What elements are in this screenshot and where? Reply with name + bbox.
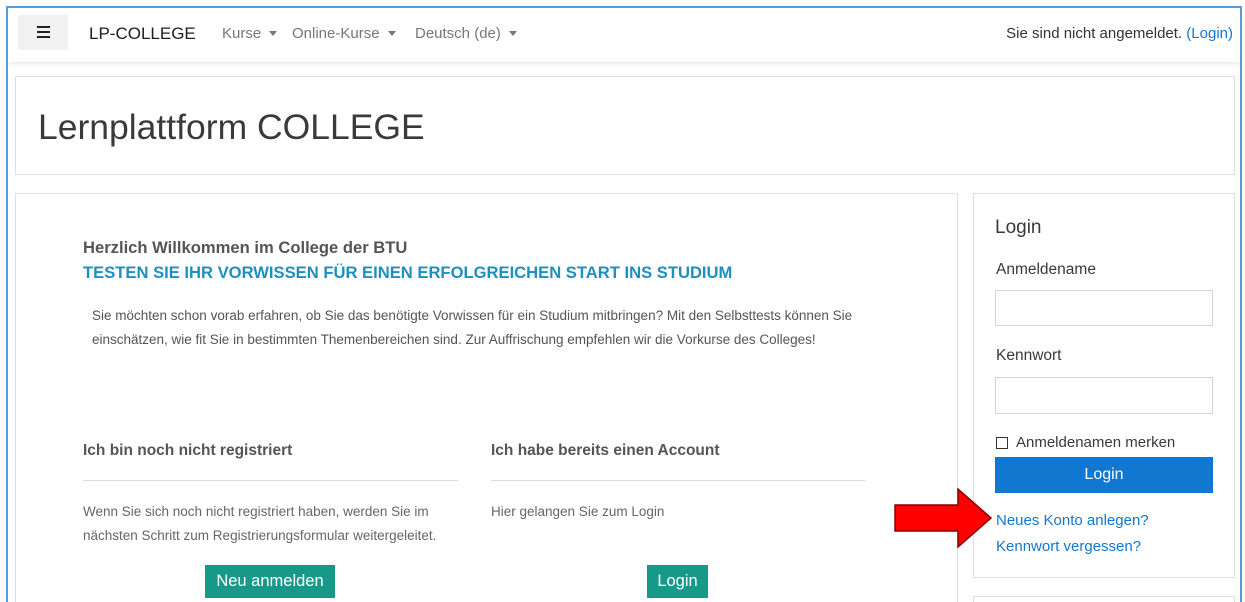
register-button[interactable]: Neu anmelden xyxy=(205,565,335,598)
login-status-text: Sie sind nicht angemeldet. xyxy=(1006,25,1183,42)
register-divider xyxy=(83,480,458,481)
username-label: Anmeldename xyxy=(996,261,1096,278)
menu-kurse-label: Kurse xyxy=(222,25,262,42)
navbar-login-link[interactable]: (Login) xyxy=(1186,25,1233,42)
welcome-heading: Herzlich Willkommen im College der BTU xyxy=(83,238,408,257)
page-header: Lernplattform COLLEGE xyxy=(15,76,1235,175)
account-text-line: Hier gelangen Sie zum Login xyxy=(491,504,665,519)
menu-online-kurse-label: Online-Kurse xyxy=(292,25,380,42)
caret-down-icon xyxy=(269,30,278,36)
main-content: Herzlich Willkommen im College der BTU T… xyxy=(15,193,958,602)
register-text-line: Wenn Sie sich noch nicht registriert hab… xyxy=(83,504,429,519)
remember-username-checkbox[interactable] xyxy=(996,437,1008,449)
intro-paragraph: Sie möchten schon vorab erfahren, ob Sie… xyxy=(92,304,852,352)
password-input[interactable] xyxy=(995,377,1213,414)
register-text: Wenn Sie sich noch nicht registriert hab… xyxy=(83,500,436,548)
site-brand-link[interactable]: LP-COLLEGE xyxy=(89,24,196,44)
caret-down-icon xyxy=(387,30,396,36)
top-navbar: LP-COLLEGE Kurse Online-Kurse Deutsch (d… xyxy=(8,8,1240,62)
intro-line: Sie möchten schon vorab erfahren, ob Sie… xyxy=(92,308,853,323)
menu-language[interactable]: Deutsch (de) xyxy=(415,24,517,44)
password-label: Kennwort xyxy=(996,347,1062,364)
intro-line: einschätzen, wie fit Sie in bestimmten T… xyxy=(92,332,816,347)
login-block-title: Login xyxy=(995,217,1042,238)
login-submit-button[interactable]: Login xyxy=(995,457,1213,493)
hamburger-menu-icon xyxy=(37,26,50,28)
hamburger-menu-button[interactable] xyxy=(18,15,68,50)
menu-online-kurse[interactable]: Online-Kurse xyxy=(292,24,396,44)
account-divider xyxy=(491,480,865,481)
account-text: Hier gelangen Sie zum Login xyxy=(491,500,664,524)
page-title: Lernplattform COLLEGE xyxy=(38,107,425,147)
content-login-button[interactable]: Login xyxy=(647,565,708,598)
create-account-link[interactable]: Neues Konto anlegen? xyxy=(996,511,1149,531)
remember-username-label[interactable]: Anmeldenamen merken xyxy=(1016,433,1175,453)
register-heading: Ich bin noch nicht registriert xyxy=(83,442,293,459)
account-heading: Ich habe bereits einen Account xyxy=(491,442,720,459)
caret-down-icon xyxy=(508,30,517,36)
register-text-line: nächsten Schritt zum Registrierungsformu… xyxy=(83,528,437,543)
menu-language-label: Deutsch (de) xyxy=(415,25,501,42)
menu-kurse[interactable]: Kurse xyxy=(222,24,278,44)
red-arrow-icon xyxy=(894,487,993,549)
username-input[interactable] xyxy=(995,290,1213,326)
login-block: Login Anmeldename Kennwort Anmeldenamen … xyxy=(973,193,1235,578)
login-status: Sie sind nicht angemeldet. (Login) xyxy=(1006,24,1233,44)
forgot-password-link[interactable]: Kennwort vergessen? xyxy=(996,537,1141,557)
next-sidebar-block xyxy=(973,596,1235,602)
headline: TESTEN SIE IHR VORWISSEN FÜR EINEN ERFOL… xyxy=(83,263,733,282)
